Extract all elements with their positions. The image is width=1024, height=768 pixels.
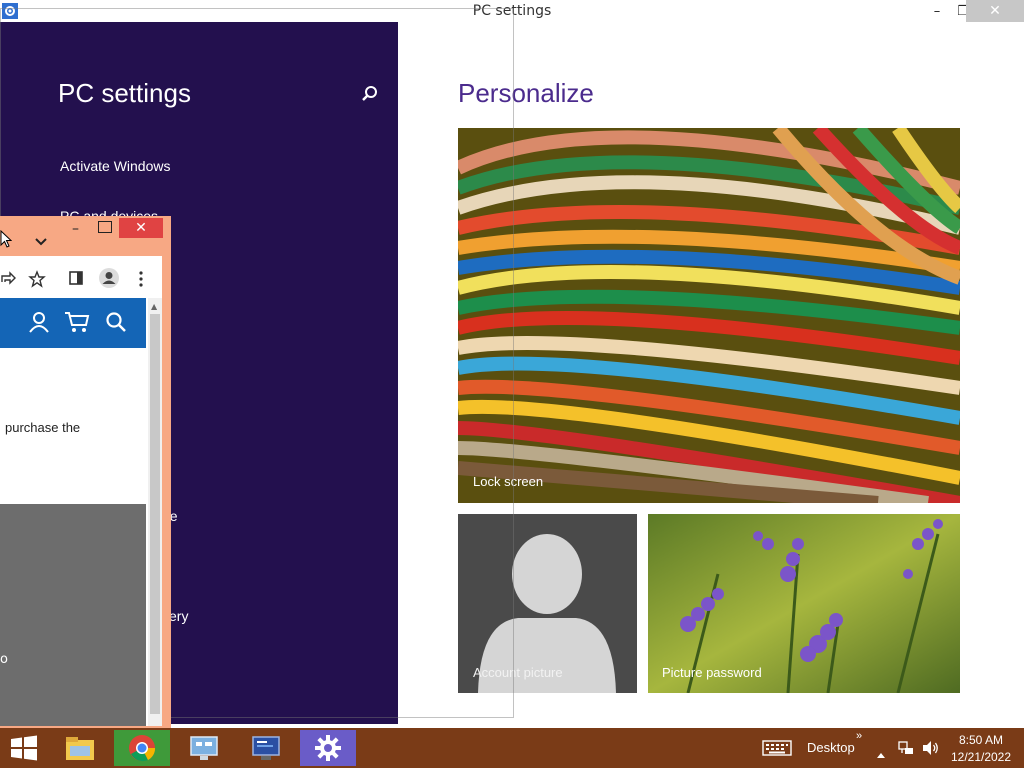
desktop-toolbar-label[interactable]: Desktop [807,740,855,755]
bookmark-star-icon[interactable] [28,270,46,288]
taskbar-file-explorer[interactable] [52,730,108,766]
site-search-icon[interactable] [105,311,127,333]
lock-screen-image [458,128,960,503]
share-icon[interactable] [0,270,16,286]
gear-icon [315,735,341,761]
touch-keyboard-icon[interactable] [762,740,792,756]
chevron-down-icon[interactable] [34,233,48,247]
tray-show-hidden-icon[interactable] [876,744,886,758]
volume-icon[interactable] [922,740,940,756]
taskbar-control-panel[interactable] [176,730,232,766]
mouse-cursor-icon [0,229,13,248]
control-panel-icon [190,736,218,760]
monitor-icon [252,736,280,760]
clock-time[interactable]: 8:50 AM [948,733,1014,747]
folder-icon [66,737,94,760]
picture-password-label: Picture password [662,665,762,680]
chrome-minimize-button[interactable]: – [72,221,86,237]
taskbar-remote-desktop[interactable] [238,730,294,766]
account-icon[interactable] [28,311,50,333]
clock-date[interactable]: 12/21/2022 [948,750,1014,764]
lock-screen-tile[interactable]: Lock screen [458,128,960,503]
cart-icon[interactable] [64,311,90,333]
close-button[interactable]: ✕ [966,0,1024,22]
chrome-menu-icon[interactable] [136,270,146,288]
chrome-maximize-button[interactable] [98,221,112,233]
network-icon[interactable] [898,740,914,756]
windows-logo-icon [11,735,37,761]
start-button[interactable] [8,734,40,762]
chrome-icon [129,735,156,762]
toolbar-chevron[interactable]: » [856,730,862,742]
side-panel-icon[interactable] [68,270,84,286]
taskbar-chrome[interactable] [114,730,170,766]
content-image-block [0,504,146,726]
page-bottom-text: o [0,652,8,667]
taskbar-pc-settings[interactable] [300,730,356,766]
chrome-close-button[interactable]: ✕ [119,218,163,238]
page-body-text: purchase the [5,420,81,435]
profile-avatar-icon[interactable] [98,267,120,289]
scrollbar[interactable]: ▲ [148,298,162,726]
picture-password-tile[interactable]: Picture password [648,514,960,693]
